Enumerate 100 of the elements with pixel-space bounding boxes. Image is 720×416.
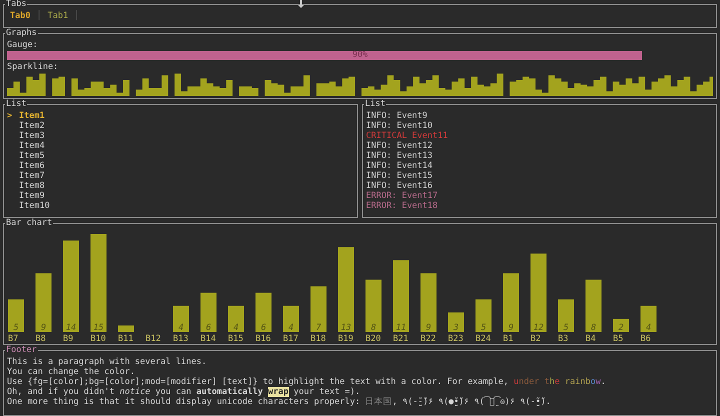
bar-label: B24 [476, 334, 491, 342]
tab[interactable]: Tab0 [10, 11, 30, 21]
tab-divider: │ [36, 11, 42, 21]
bar-label: B2 [530, 334, 541, 342]
bar [310, 286, 326, 332]
event-log-line: INFO: Event14 [366, 161, 434, 171]
event-log-line: ERROR: Event18 [366, 201, 439, 211]
list-item[interactable]: Item2 [7, 121, 354, 131]
list-item[interactable]: Item10 [7, 201, 354, 211]
gauge-label: Gauge: [7, 40, 39, 50]
list-item[interactable]: > Item1 [7, 111, 354, 121]
list-item[interactable]: Item4 [7, 141, 354, 151]
panel-title: Bar chart [5, 218, 54, 228]
bar-label: B8 [36, 334, 46, 342]
event-log-line: INFO: Event13 [366, 151, 434, 161]
list-item[interactable]: Item6 [7, 161, 354, 171]
paragraph-line: You can change the color. [7, 367, 136, 377]
event-log-line: INFO: Event9 [366, 111, 428, 121]
bar [283, 306, 299, 332]
list-item[interactable]: Item7 [7, 171, 354, 181]
bar-label: B13 [173, 334, 188, 342]
bar [8, 299, 24, 332]
paragraph-line: Oh, and if you didn't notice you can automatically wrap your text =). [7, 387, 362, 397]
bar-value: 4 [233, 323, 239, 333]
bar-label: B23 [448, 334, 464, 342]
bar [640, 306, 656, 332]
bar [558, 299, 574, 332]
bar-value: 9 [40, 323, 46, 333]
bar [503, 273, 519, 332]
bar [420, 273, 436, 332]
bar-value: 4 [288, 323, 294, 333]
panel-title: List [364, 99, 386, 109]
bar-value: 6 [206, 323, 212, 333]
bar [613, 318, 629, 332]
bar [448, 312, 464, 332]
bar-value: 8 [590, 323, 596, 333]
event-log-line: INFO: Event15 [366, 171, 434, 181]
panel-title: Graphs [5, 28, 38, 38]
list-item[interactable]: Item8 [7, 181, 354, 191]
list-item[interactable]: Item3 [7, 131, 354, 141]
list-item[interactable]: Item9 [7, 191, 354, 201]
bar [173, 306, 189, 332]
bar [36, 273, 52, 332]
bar [586, 280, 602, 332]
gauge-reading: 90% [352, 51, 368, 60]
paragraph-line: This is a paragraph with several lines. [7, 357, 208, 367]
bar-value: 3 [453, 323, 459, 333]
tab-divider: │ [74, 11, 80, 21]
bar-label: B20 [366, 334, 381, 342]
bar-label: B1 [503, 334, 514, 342]
bar-value: 11 [396, 323, 406, 333]
bar-label: B18 [310, 334, 326, 342]
bar-value: 12 [533, 323, 544, 333]
panel-title: Footer [5, 345, 38, 355]
bar-label: B10 [90, 334, 106, 342]
bar-value: 8 [370, 323, 376, 333]
bar-value: 6 [260, 323, 266, 333]
bar-value: 15 [93, 323, 104, 333]
bar [256, 292, 272, 332]
bar [476, 299, 492, 332]
bar [200, 292, 216, 332]
bar-label: B17 [283, 334, 298, 342]
bar-value: 4 [646, 323, 652, 333]
tab[interactable]: Tab1 [48, 11, 68, 21]
bar-value: 7 [316, 323, 322, 333]
bar-value: 13 [340, 323, 352, 333]
bar-label: B19 [338, 334, 354, 342]
bar [118, 325, 134, 332]
bar-value: 9 [508, 323, 514, 333]
event-log-line: INFO: Event16 [366, 181, 434, 191]
bar-label: B16 [256, 334, 271, 342]
bar-label: B22 [420, 334, 436, 342]
bar-label: B12 [146, 334, 161, 342]
bar-value: 14 [66, 323, 76, 333]
bar-label: B5 [613, 334, 624, 342]
bar-label: B6 [640, 334, 651, 342]
bar-label: B9 [63, 334, 74, 342]
event-log-line: INFO: Event12 [366, 141, 434, 151]
bar-label: B15 [228, 334, 244, 342]
sparkline-label: Sparkline: [7, 62, 60, 72]
panel-title: List [5, 99, 28, 109]
event-log-line: INFO: Event10 [366, 121, 434, 131]
bar-value: 4 [178, 323, 184, 333]
bar-label: B3 [558, 334, 568, 342]
bar-label: B21 [393, 334, 408, 342]
paragraph-line: Use {fg=[color];bg=[color];mod=[modifier] [text]} to highlight the text with a color. For example, under the rainbow. [7, 377, 607, 387]
bar-value: 9 [426, 323, 432, 333]
bar [393, 260, 409, 332]
bar [228, 306, 244, 332]
bar [366, 280, 382, 332]
bar-value: 5 [563, 323, 569, 333]
bar-label: B11 [118, 334, 134, 342]
bar-value: 5 [13, 323, 19, 333]
bar-label: B7 [8, 334, 18, 342]
event-log-line: CRITICAL Event11 [366, 131, 449, 141]
cursor-icon [298, 0, 304, 8]
list-item[interactable]: Item5 [7, 151, 354, 161]
event-log-line: ERROR: Event17 [366, 191, 439, 201]
bar-value: 2 [618, 323, 624, 333]
bar-label: B14 [200, 334, 216, 342]
